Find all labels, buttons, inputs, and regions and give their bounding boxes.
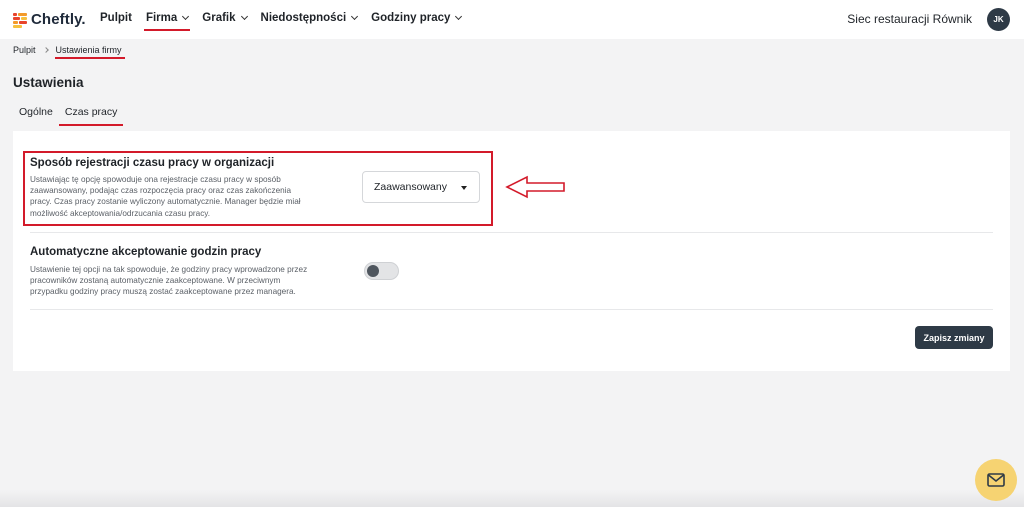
nav-item-label: Pulpit <box>100 12 132 24</box>
nav-item-label: Firma <box>145 12 178 24</box>
nav-item-label: Niedostępności <box>260 12 347 24</box>
divider <box>30 309 993 310</box>
settings-tabs: Ogólne Czas pracy <box>13 106 124 126</box>
registration-mode-select[interactable]: Zaawansowany <box>362 171 480 203</box>
registration-setting-description: Ustawiając tę opcję spowoduje ona rejest… <box>30 174 370 219</box>
auto-accept-setting-description: Ustawienie tej opcji na tak spowoduje, ż… <box>30 264 370 298</box>
nav-item-niedostepnosci[interactable]: Niedostępności <box>260 12 359 24</box>
mail-button[interactable] <box>975 459 1017 501</box>
annotation-arrow-icon <box>505 175 565 199</box>
breadcrumb-root[interactable]: Pulpit <box>13 45 36 55</box>
mail-icon <box>987 473 1005 487</box>
description-line: zaawansowany, podając czas rozpoczęcia p… <box>30 186 292 196</box>
breadcrumb-current: Ustawienia firmy <box>54 45 125 59</box>
page-title: Ustawienia <box>13 75 84 90</box>
main-nav: Pulpit Firma Grafik Niedostępności Godzi… <box>100 12 475 31</box>
description-line: możliwość akceptowania/odrzucania czasu … <box>30 208 211 218</box>
nav-item-label: Grafik <box>202 12 236 24</box>
nav-item-label: Godziny pracy <box>371 12 451 24</box>
tab-czas-pracy[interactable]: Czas pracy <box>58 106 124 126</box>
logo-text: Cheftly. <box>31 11 86 28</box>
divider <box>30 232 993 233</box>
save-button[interactable]: Zapisz zmiany <box>915 326 993 349</box>
description-line: pracy. Czas pracy zostanie wyliczony aut… <box>30 197 301 207</box>
logo[interactable]: Cheftly. <box>13 11 86 28</box>
organization-name[interactable]: Siec restauracji Równik <box>847 12 972 26</box>
chevron-down-icon <box>240 12 248 21</box>
top-navbar: Cheftly. Pulpit Firma Grafik Niedostępno… <box>0 0 1024 39</box>
nav-item-pulpit[interactable]: Pulpit <box>100 12 132 24</box>
description-line: Ustawiając tę opcję spowoduje ona rejest… <box>30 175 281 184</box>
caret-down-icon <box>461 186 467 190</box>
tab-ogolne[interactable]: Ogólne <box>13 106 59 118</box>
nav-item-grafik[interactable]: Grafik <box>202 12 248 24</box>
cheftly-logo-icon <box>13 12 27 28</box>
chevron-down-icon <box>182 12 190 21</box>
registration-setting-title: Sposób rejestracji czasu pracy w organiz… <box>30 157 275 169</box>
toggle-knob <box>367 265 379 277</box>
breadcrumb: Pulpit Ustawienia firmy <box>13 45 125 59</box>
chevron-down-icon <box>351 12 359 21</box>
select-value: Zaawansowany <box>374 181 447 193</box>
bottom-shade <box>0 490 1024 507</box>
avatar[interactable]: JK <box>987 8 1010 31</box>
chevron-down-icon <box>455 12 463 21</box>
description-line: przypadku godziny pracy muszą zostać zaa… <box>30 287 296 297</box>
nav-item-firma[interactable]: Firma <box>143 12 191 31</box>
description-line: Ustawienie tej opcji na tak spowoduje, ż… <box>30 265 308 274</box>
auto-accept-setting-title: Automatyczne akceptowanie godzin pracy <box>30 246 262 258</box>
chevron-right-icon <box>42 47 49 53</box>
nav-item-godziny-pracy[interactable]: Godziny pracy <box>371 12 463 24</box>
description-line: pracowników zostaną automatycznie zaakce… <box>30 276 281 286</box>
auto-accept-toggle[interactable] <box>364 262 399 280</box>
